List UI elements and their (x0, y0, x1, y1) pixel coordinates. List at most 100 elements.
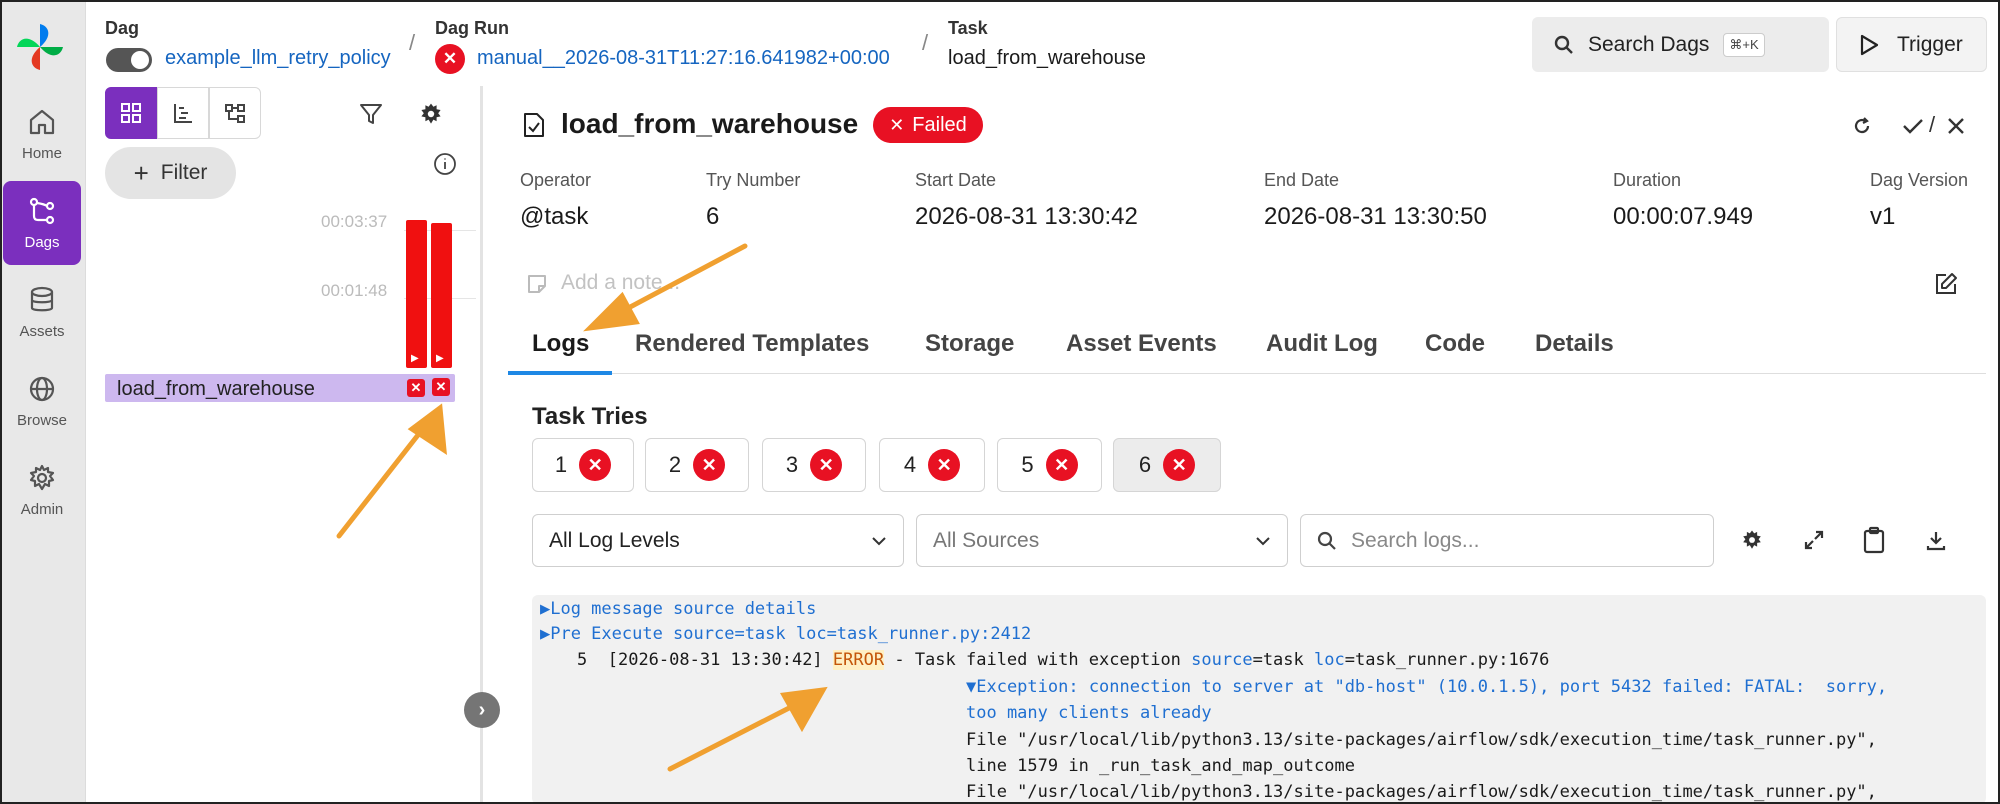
breadcrumb-dag-link[interactable]: example_llm_retry_policy (165, 47, 391, 70)
settings-gear-icon[interactable] (416, 99, 446, 129)
dagrun-duration-bar[interactable]: ▶ (406, 220, 427, 368)
dags-icon (29, 197, 55, 224)
download-icon[interactable] (1922, 526, 1950, 554)
annotation-arrow-head (583, 291, 640, 332)
meta-label-start-date: Start Date (915, 170, 997, 190)
breadcrumb-separator: / (409, 30, 416, 55)
nav-browse[interactable]: Browse (3, 359, 81, 443)
mark-failed-icon[interactable] (1943, 112, 1969, 140)
log-exception-header[interactable]: ▼Exception: connection to server at "db-… (966, 677, 1887, 697)
refresh-icon[interactable] (1848, 112, 1876, 140)
tab-asset-events[interactable]: Asset Events (1066, 330, 1217, 358)
log-viewer[interactable]: ▶Log message source details ▶Pre Execute… (532, 595, 1986, 804)
try-button[interactable]: 5 ✕ (997, 438, 1102, 492)
try-button[interactable]: 2 ✕ (645, 438, 749, 492)
status-badge: ✕ Failed (873, 107, 983, 143)
add-filter-button[interactable]: + Filter (105, 147, 236, 199)
log-settings-icon[interactable] (1738, 526, 1766, 554)
tab-audit-log[interactable]: Audit Log (1266, 330, 1378, 358)
log-group-source-details[interactable]: ▶Log message source details (540, 599, 816, 619)
dagrun-duration-bar[interactable]: ▶ (431, 223, 452, 368)
meta-label-operator: Operator (520, 170, 592, 190)
meta-value-end-date: 2026-08-31 13:30:50 (1264, 203, 1487, 230)
nav-home-label: Home (21, 144, 62, 162)
try-button[interactable]: 3 ✕ (762, 438, 866, 492)
gear-icon (29, 464, 55, 490)
log-level-value: All Log Levels (549, 528, 680, 552)
nav-dags-label: Dags (24, 233, 60, 251)
annotation-arrow (336, 432, 421, 539)
log-traceback-line: File "/usr/local/lib/python3.13/site-pac… (966, 730, 1877, 750)
grid-icon (121, 103, 141, 123)
add-note-field[interactable]: Add a note... (561, 271, 680, 295)
edit-note-icon[interactable] (1932, 270, 1960, 298)
tab-details[interactable]: Details (1535, 330, 1614, 358)
meta-label-try-number: Try Number (706, 170, 801, 190)
chevron-right-icon[interactable]: › (464, 692, 500, 728)
grid-view-button[interactable] (105, 87, 157, 139)
breadcrumb-task-name: load_from_warehouse (948, 47, 1146, 69)
search-logs-input[interactable]: Search logs... (1300, 514, 1714, 567)
duration-tick-label: 00:01:48 (321, 281, 388, 300)
note-icon (528, 275, 546, 293)
tab-rule (508, 373, 1986, 374)
tab-logs[interactable]: Logs (532, 330, 589, 358)
chevron-down-icon (1256, 536, 1270, 545)
info-icon[interactable] (432, 151, 458, 177)
tab-rendered-templates[interactable]: Rendered Templates (635, 330, 869, 358)
search-dags-label: Search Dags (1588, 32, 1710, 56)
log-sources-select[interactable]: All Sources (916, 514, 1288, 567)
clipboard-icon[interactable] (1860, 524, 1888, 556)
task-instance-failed-cell[interactable]: ✕ (432, 378, 450, 396)
task-row[interactable]: load_from_warehouse (105, 374, 455, 402)
breadcrumb-task-label: Task (948, 18, 988, 38)
task-instance-failed-cell[interactable]: ✕ (407, 379, 425, 397)
task-tries-title: Task Tries (532, 403, 648, 430)
nav-assets-label: Assets (19, 322, 65, 340)
tab-code[interactable]: Code (1425, 330, 1485, 358)
dagrun-failed-icon: ✕ (435, 44, 465, 74)
log-level-error: ERROR (832, 650, 885, 670)
expand-icon[interactable] (1800, 526, 1828, 554)
annotation-arrow-head (407, 403, 447, 455)
failed-icon: ✕ (579, 449, 612, 481)
search-dags-button[interactable]: Search Dags ⌘+K (1532, 17, 1829, 72)
meta-value-duration: 00:00:07.949 (1613, 203, 1754, 230)
meta-label-dag-version: Dag Version (1870, 170, 1969, 190)
try-button-selected[interactable]: 6 ✕ (1113, 438, 1221, 492)
trigger-button[interactable]: Trigger (1836, 17, 1987, 72)
graph-view-button[interactable] (209, 87, 261, 139)
tab-active-indicator (508, 371, 612, 375)
try-button[interactable]: 4 ✕ (879, 438, 985, 492)
airflow-logo[interactable] (13, 20, 67, 74)
log-level-select[interactable]: All Log Levels (532, 514, 904, 567)
breadcrumb-dagrun-link[interactable]: manual__2026-08-31T11:27:16.641982+00:00 (477, 47, 890, 70)
nav-assets[interactable]: Assets (3, 270, 81, 354)
meta-label-end-date: End Date (1264, 170, 1340, 190)
log-group-pre-execute[interactable]: ▶Pre Execute source=task loc=task_runner… (540, 624, 1031, 644)
gantt-view-button[interactable] (157, 87, 209, 139)
close-icon: ✕ (889, 114, 905, 135)
nav-dags[interactable]: Dags (3, 181, 81, 265)
search-shortcut-badge: ⌘+K (1723, 32, 1765, 57)
trigger-label: Trigger (1897, 32, 1963, 56)
breadcrumb-dag-label: Dag (105, 18, 140, 38)
gantt-icon (174, 104, 192, 123)
mark-success-icon[interactable] (1900, 112, 1926, 140)
dag-pause-toggle[interactable] (106, 48, 152, 72)
meta-value-operator: @task (520, 203, 589, 230)
log-traceback-line: File "/usr/local/lib/python3.13/site-pac… (966, 782, 1877, 802)
play-icon: ▶ (436, 353, 444, 364)
tab-storage[interactable]: Storage (925, 330, 1014, 358)
try-button[interactable]: 1 ✕ (532, 438, 634, 492)
nav-home[interactable]: Home (3, 92, 81, 176)
log-traceback-line: line 1579 in _run_task_and_map_outcome (966, 756, 1355, 776)
task-row-label: load_from_warehouse (117, 378, 315, 400)
meta-label-duration: Duration (1613, 170, 1682, 190)
browse-icon (29, 376, 55, 401)
nav-admin[interactable]: Admin (3, 448, 81, 532)
filter-label: Filter (160, 161, 208, 184)
failed-icon: ✕ (810, 449, 843, 481)
filter-icon[interactable] (356, 99, 386, 129)
status-label: Failed (912, 113, 967, 136)
